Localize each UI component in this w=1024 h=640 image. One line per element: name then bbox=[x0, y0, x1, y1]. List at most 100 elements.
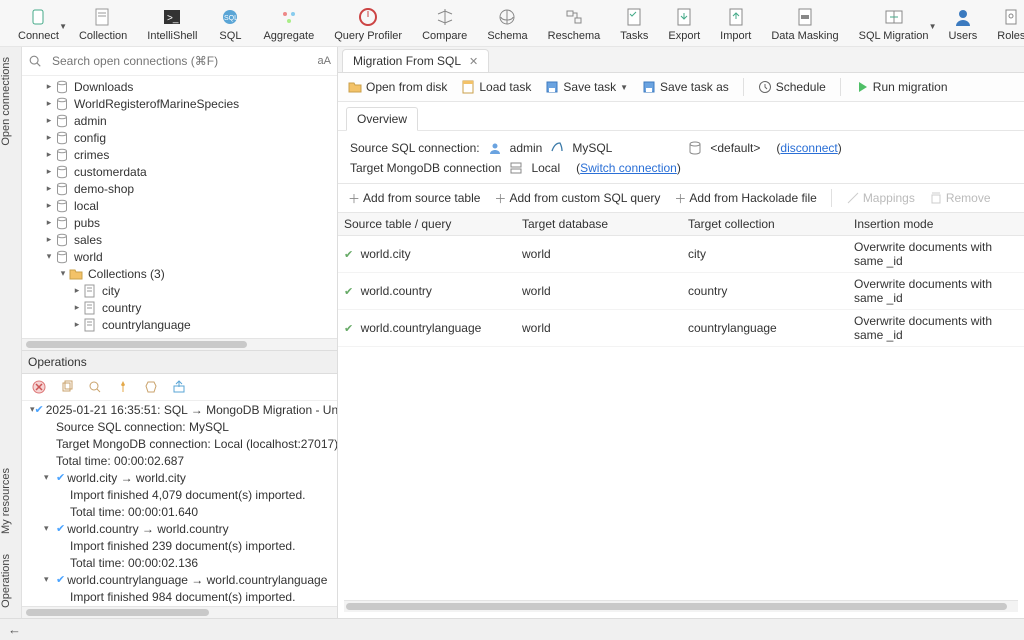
toolbar-export[interactable]: Export bbox=[658, 6, 710, 42]
col-target-coll[interactable]: Target collection bbox=[682, 213, 848, 235]
vtab-operations[interactable]: Operations bbox=[0, 544, 12, 618]
caret-icon[interactable]: ▸ bbox=[44, 200, 54, 211]
save-task-button[interactable]: Save task▼ bbox=[545, 80, 628, 94]
caret-icon[interactable]: ▸ bbox=[44, 81, 54, 92]
col-source[interactable]: Source table / query bbox=[338, 213, 516, 235]
connection-tree[interactable]: ▸Downloads▸WorldRegisterofMarineSpecies▸… bbox=[22, 76, 337, 338]
tree-item[interactable]: ▸Downloads bbox=[22, 78, 337, 95]
caret-icon[interactable]: ▸ bbox=[44, 166, 54, 177]
run-migration-button[interactable]: Run migration bbox=[855, 80, 948, 94]
add-from-hackolade-button[interactable]: ＋Add from Hackolade file bbox=[674, 190, 816, 207]
back-icon[interactable]: ← bbox=[8, 622, 21, 637]
log-row[interactable]: Total time: 00:00:01.640 bbox=[22, 503, 337, 520]
caret-icon[interactable]: ▸ bbox=[44, 115, 54, 126]
log-row[interactable]: Total time: 00:00:02.687 bbox=[22, 452, 337, 469]
log-row[interactable]: Source SQL connection: MySQL bbox=[22, 418, 337, 435]
search-input[interactable] bbox=[48, 51, 312, 71]
log-row[interactable]: ▾✔2025-01-21 16:35:51: SQL → MongoDB Mig… bbox=[22, 401, 337, 418]
tree-item[interactable]: ▾world bbox=[22, 248, 337, 265]
disconnect-link[interactable]: disconnect bbox=[780, 141, 837, 155]
toolbar-intellishell[interactable]: >_IntelliShell bbox=[137, 6, 207, 42]
ops-export-icon[interactable] bbox=[170, 378, 188, 396]
operations-log[interactable]: ▾✔2025-01-21 16:35:51: SQL → MongoDB Mig… bbox=[22, 401, 337, 606]
switch-connection-link[interactable]: Switch connection bbox=[580, 161, 677, 175]
toolbar-reschema[interactable]: Reschema bbox=[538, 6, 611, 42]
toolbar-import[interactable]: Import bbox=[710, 6, 761, 42]
toolbar-connect[interactable]: Connect▼ bbox=[8, 6, 69, 42]
caret-icon[interactable]: ▾ bbox=[44, 574, 56, 585]
log-row[interactable]: Total time: 00:00:02.136 bbox=[22, 554, 337, 571]
tree-item[interactable]: ▸demo-shop bbox=[22, 180, 337, 197]
toolbar-aggregate[interactable]: Aggregate bbox=[253, 6, 324, 42]
tab-migration[interactable]: Migration From SQL ✕ bbox=[342, 49, 489, 72]
toolbar-sql-migration[interactable]: SQL Migration▼ bbox=[849, 6, 939, 42]
tree-item[interactable]: ▸config bbox=[22, 129, 337, 146]
toolbar-tasks[interactable]: Tasks bbox=[610, 6, 658, 42]
caret-icon[interactable]: ▸ bbox=[44, 234, 54, 245]
tree-item[interactable]: ▸local bbox=[22, 197, 337, 214]
tree-h-scrollbar[interactable] bbox=[22, 338, 337, 350]
tree-item[interactable]: ▸WorldRegisterofMarineSpecies bbox=[22, 95, 337, 112]
ops-clear-icon[interactable] bbox=[142, 378, 160, 396]
log-row[interactable]: ▾✔world.countrylanguage → world.countryl… bbox=[22, 571, 337, 588]
match-case-toggle[interactable]: aA bbox=[318, 55, 331, 67]
vtab-my-resources[interactable]: My resources bbox=[0, 458, 12, 544]
tree-item[interactable]: ▸customerdata bbox=[22, 163, 337, 180]
tree-item[interactable]: ▸pubs bbox=[22, 214, 337, 231]
tree-item[interactable]: ▸countrylanguage bbox=[22, 316, 337, 333]
table-row[interactable]: ✔ world.countryworldcountryOverwrite doc… bbox=[338, 273, 1024, 310]
caret-icon[interactable]: ▸ bbox=[44, 98, 54, 109]
caret-icon[interactable]: ▾ bbox=[44, 251, 54, 262]
caret-icon[interactable]: ▸ bbox=[72, 302, 82, 313]
table-h-scrollbar[interactable] bbox=[344, 600, 1018, 612]
log-row[interactable]: Target MongoDB connection: Local (localh… bbox=[22, 435, 337, 452]
ops-h-scrollbar[interactable] bbox=[22, 606, 337, 618]
tree-item[interactable]: ▸sales bbox=[22, 231, 337, 248]
caret-icon[interactable]: ▸ bbox=[72, 285, 82, 296]
table-row[interactable]: ✔ world.countrylanguageworldcountrylangu… bbox=[338, 310, 1024, 347]
log-row[interactable]: ▾✔world.city → world.city bbox=[22, 469, 337, 486]
col-target-db[interactable]: Target database bbox=[516, 213, 682, 235]
caret-icon[interactable]: ▸ bbox=[44, 217, 54, 228]
caret-icon[interactable]: ▸ bbox=[44, 149, 54, 160]
toolbar-users[interactable]: Users bbox=[939, 6, 988, 42]
toolbar-roles[interactable]: Roles bbox=[987, 6, 1024, 42]
toolbar-data-masking[interactable]: Data Masking bbox=[761, 6, 848, 42]
toolbar-compare[interactable]: Compare bbox=[412, 6, 477, 42]
query-profiler-icon bbox=[355, 6, 381, 28]
add-from-source-button[interactable]: ＋Add from source table bbox=[348, 190, 480, 207]
close-icon[interactable]: ✕ bbox=[469, 55, 478, 68]
log-row[interactable]: ▾✔world.country → world.country bbox=[22, 520, 337, 537]
tree-item[interactable]: ▸admin bbox=[22, 112, 337, 129]
ops-stop-icon[interactable] bbox=[30, 378, 48, 396]
load-task-button[interactable]: Load task bbox=[461, 80, 531, 94]
col-mode[interactable]: Insertion mode bbox=[848, 213, 1024, 235]
ops-copy-icon[interactable] bbox=[58, 378, 76, 396]
caret-icon[interactable]: ▸ bbox=[44, 132, 54, 143]
caret-icon[interactable]: ▸ bbox=[44, 183, 54, 194]
caret-icon[interactable]: ▾ bbox=[58, 268, 68, 279]
tree-item[interactable]: ▸city bbox=[22, 282, 337, 299]
log-row[interactable]: Import finished 4,079 document(s) import… bbox=[22, 486, 337, 503]
log-row[interactable]: Import finished 984 document(s) imported… bbox=[22, 588, 337, 605]
caret-icon[interactable]: ▾ bbox=[44, 523, 56, 534]
vtab-open-connections[interactable]: Open connections bbox=[0, 47, 21, 156]
ops-pin-icon[interactable] bbox=[114, 378, 132, 396]
caret-icon[interactable]: ▸ bbox=[72, 319, 82, 330]
tree-item[interactable]: ▸crimes bbox=[22, 146, 337, 163]
tree-item[interactable]: ▾Collections (3) bbox=[22, 265, 337, 282]
open-from-disk-button[interactable]: Open from disk bbox=[348, 80, 447, 94]
log-row[interactable]: Import finished 239 document(s) imported… bbox=[22, 537, 337, 554]
caret-icon[interactable]: ▾ bbox=[44, 472, 56, 483]
save-task-as-button[interactable]: Save task as bbox=[642, 80, 729, 94]
overview-tab[interactable]: Overview bbox=[346, 107, 418, 131]
toolbar-query-profiler[interactable]: Query Profiler bbox=[324, 6, 412, 42]
add-from-sql-button[interactable]: ＋Add from custom SQL query bbox=[494, 190, 660, 207]
toolbar-schema[interactable]: Schema bbox=[477, 6, 537, 42]
tree-item[interactable]: ▸country bbox=[22, 299, 337, 316]
schedule-button[interactable]: Schedule bbox=[758, 80, 826, 94]
table-row[interactable]: ✔ world.cityworldcityOverwrite documents… bbox=[338, 236, 1024, 273]
toolbar-collection[interactable]: Collection bbox=[69, 6, 137, 42]
toolbar-sql[interactable]: SQLSQL bbox=[207, 6, 253, 42]
ops-search-icon[interactable] bbox=[86, 378, 104, 396]
